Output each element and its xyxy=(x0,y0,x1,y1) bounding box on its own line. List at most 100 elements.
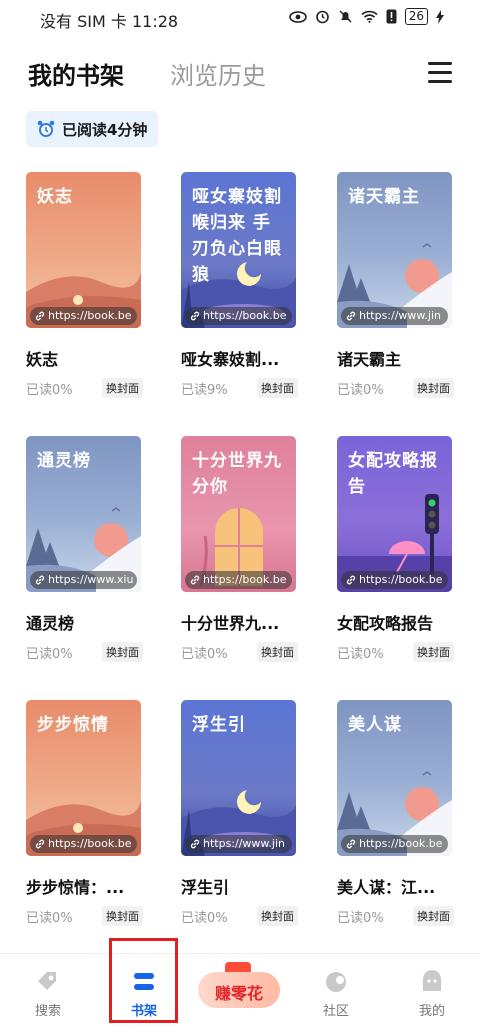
menu-bar-1 xyxy=(428,62,452,65)
book-meta: 已读0% 换封面 xyxy=(26,906,143,926)
nav-mine[interactable]: 我的 xyxy=(384,954,480,1019)
link-icon xyxy=(35,311,45,321)
book-item[interactable]: 妖志 https://book.be 妖志已读0% 换封面 xyxy=(26,172,143,398)
book-title: 浮生引 xyxy=(181,878,230,897)
link-icon xyxy=(190,839,200,849)
book-item[interactable]: 浮生引 https://www.jin 浮生引 已读0% 换封面 xyxy=(181,700,298,926)
status-icons: 26 xyxy=(288,8,444,25)
book-cover[interactable]: 十分世界九分你 https://book.be xyxy=(181,436,296,592)
nav-mine-label: 我的 xyxy=(418,1004,445,1019)
read-progress: 已读0% xyxy=(26,382,73,398)
tab-my-shelf[interactable]: 我的书架 xyxy=(28,56,124,91)
book-url-text: https://book.be xyxy=(48,309,132,322)
book-cover-title: 十分世界九分你 xyxy=(192,451,282,497)
read-progress: 已读0% xyxy=(337,382,384,398)
book-title: 哑女寨妓割... xyxy=(181,350,280,369)
book-title: 十分世界九... xyxy=(181,614,280,633)
eye-icon xyxy=(288,10,307,23)
book-source-url: https://book.be xyxy=(185,307,292,325)
link-icon xyxy=(35,839,45,849)
change-cover-button[interactable]: 换封面 xyxy=(413,642,454,662)
carrier-text: 没有 SIM 卡 xyxy=(40,12,127,31)
book-source-url: https://book.be xyxy=(30,835,137,853)
book-url-text: https://book.be xyxy=(203,309,287,322)
book-item[interactable]: 十分世界九分你 https://book.be 十分世界九... 已读0% 换封面 xyxy=(181,436,298,662)
book-url-text: https://book.be xyxy=(359,837,443,850)
selection-highlight xyxy=(109,938,178,1023)
book-cover[interactable]: 诸天霸主 https://www.jin xyxy=(337,172,452,328)
book-meta: 已读0% 换封面 xyxy=(181,906,298,926)
battery-indicator: 26 xyxy=(404,8,428,25)
book-source-url: https://www.jin xyxy=(341,307,448,325)
book-meta: 已读0% 换封面 xyxy=(181,642,298,662)
menu-bar-2 xyxy=(428,71,452,74)
book-item[interactable]: 女配攻略报告 https://book.be 女配攻略报告 已读0% 换封面 xyxy=(337,436,454,662)
book-cover[interactable]: 哑女寨妓割喉归来 手刃负心白眼狼 https://book.be xyxy=(181,172,296,328)
clock-text: 11:28 xyxy=(131,12,179,31)
book-url-text: https://www.xiu xyxy=(48,573,134,586)
mute-bell-icon xyxy=(339,10,352,23)
reading-time-badge: 已阅读4分钟 xyxy=(26,111,158,147)
book-title: 通灵榜 xyxy=(26,614,75,633)
change-cover-button[interactable]: 换封面 xyxy=(257,642,298,662)
change-cover-button[interactable]: 换封面 xyxy=(257,906,298,926)
book-item[interactable]: 步步惊情 https://book.be 步步惊情：... 已读0% 换封面 xyxy=(26,700,143,926)
nav-community[interactable]: 社区 xyxy=(288,954,384,1019)
book-item[interactable]: 诸天霸主 https://www.jin 诸天霸主已读0% 换封面 xyxy=(337,172,454,398)
alarm-icon xyxy=(315,10,329,24)
menu-button[interactable] xyxy=(428,62,452,84)
nav-earn-label: 赚零花 xyxy=(214,984,263,1003)
search-tag-icon xyxy=(0,966,96,998)
book-source-url: https://www.xiu xyxy=(30,571,137,589)
nav-community-label: 社区 xyxy=(322,1004,349,1019)
link-icon xyxy=(346,839,356,849)
book-meta: 已读0% 换封面 xyxy=(26,378,143,398)
book-source-url: https://book.be xyxy=(341,835,448,853)
nav-search-label: 搜索 xyxy=(34,1004,61,1019)
book-cover-title: 哑女寨妓割喉归来 手刃负心白眼狼 xyxy=(192,187,282,285)
read-progress: 已读0% xyxy=(26,910,73,926)
book-url-text: https://book.be xyxy=(359,573,443,586)
change-cover-button[interactable]: 换封面 xyxy=(102,906,143,926)
read-progress: 已读0% xyxy=(337,646,384,662)
read-progress: 已读9% xyxy=(181,382,228,398)
book-cover-title: 浮生引 xyxy=(192,715,246,735)
book-meta: 已读0% 换封面 xyxy=(337,642,454,662)
book-cover-title: 诸天霸主 xyxy=(348,187,420,207)
book-title: 女配攻略报告 xyxy=(337,614,434,633)
book-item[interactable]: 通灵榜 https://www.xiu 通灵榜已读0% 换封面 xyxy=(26,436,143,662)
change-cover-button[interactable]: 换封面 xyxy=(102,378,143,398)
sim-alert-icon xyxy=(386,9,397,24)
header-tabs: 我的书架 浏览历史 xyxy=(28,56,266,91)
link-icon xyxy=(35,575,45,585)
tab-browse-history[interactable]: 浏览历史 xyxy=(170,56,266,91)
book-cover[interactable]: 美人谋 https://book.be xyxy=(337,700,452,856)
change-cover-button[interactable]: 换封面 xyxy=(102,642,143,662)
status-carrier-time: 没有 SIM 卡 11:28 xyxy=(40,8,178,32)
community-icon xyxy=(288,966,384,998)
book-cover[interactable]: 浮生引 https://www.jin xyxy=(181,700,296,856)
book-item[interactable]: 哑女寨妓割喉归来 手刃负心白眼狼 https://book.be 哑女寨妓割... 已… xyxy=(181,172,298,398)
book-meta: 已读0% 换封面 xyxy=(26,642,143,662)
book-cover[interactable]: 女配攻略报告 https://book.be xyxy=(337,436,452,592)
change-cover-button[interactable]: 换封面 xyxy=(257,378,298,398)
change-cover-button[interactable]: 换封面 xyxy=(413,906,454,926)
change-cover-button[interactable]: 换封面 xyxy=(413,378,454,398)
book-cover[interactable]: 步步惊情 https://book.be xyxy=(26,700,141,856)
book-cover-title: 妖志 xyxy=(37,187,73,207)
book-cover[interactable]: 妖志 https://book.be xyxy=(26,172,141,328)
nav-earn-button[interactable]: 赚零花 xyxy=(198,962,280,1012)
link-icon xyxy=(190,311,200,321)
book-item[interactable]: 美人谋 https://book.be 美人谋：江... 已读0% 换封面 xyxy=(337,700,454,926)
status-bar: 没有 SIM 卡 11:28 26 xyxy=(0,0,480,36)
book-cover[interactable]: 通灵榜 https://www.xiu xyxy=(26,436,141,592)
reading-time-text: 已阅读4分钟 xyxy=(62,120,148,139)
charging-icon xyxy=(436,9,444,24)
book-cover-title: 美人谋 xyxy=(348,715,402,735)
wifi-icon xyxy=(361,10,378,23)
read-progress: 已读0% xyxy=(181,646,228,662)
nav-search[interactable]: 搜索 xyxy=(0,954,96,1019)
book-source-url: https://book.be xyxy=(341,571,448,589)
menu-bar-3 xyxy=(428,80,452,83)
book-cover-title: 通灵榜 xyxy=(37,451,91,471)
